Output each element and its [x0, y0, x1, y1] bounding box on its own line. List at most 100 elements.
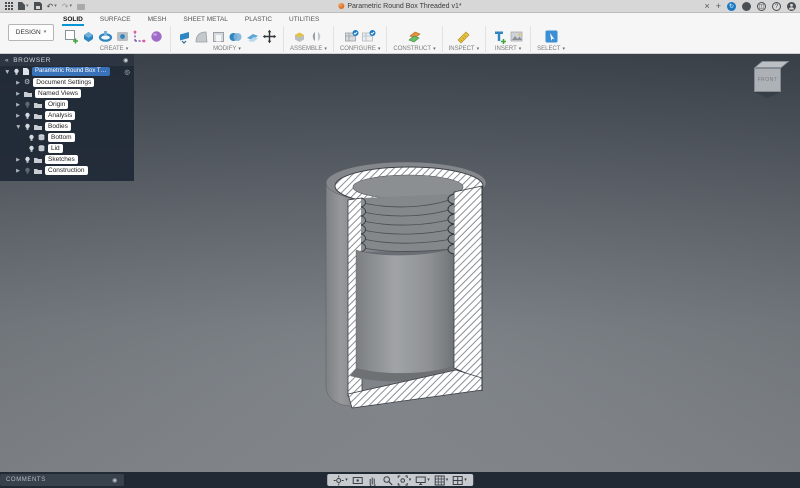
- browser-item-lid-body[interactable]: Lid: [0, 143, 134, 154]
- pattern-icon[interactable]: [132, 29, 147, 44]
- save-icon[interactable]: [34, 2, 42, 10]
- new-tab-button[interactable]: +: [716, 2, 721, 11]
- chevron-down-icon: ▾: [446, 478, 449, 483]
- chevron-down-icon: ▾: [324, 47, 327, 52]
- app-grid-icon[interactable]: [5, 2, 13, 10]
- close-tab-button[interactable]: ×: [704, 2, 709, 11]
- visibility-icon[interactable]: [24, 123, 31, 130]
- expand-arrow-icon[interactable]: ▶: [4, 69, 10, 75]
- visibility-icon[interactable]: [24, 156, 31, 163]
- browser-root-item[interactable]: ▶ Parametric Round Box Threa... ◎: [0, 66, 134, 77]
- browser-item-analysis[interactable]: ▶ Analysis: [0, 110, 134, 121]
- comments-panel[interactable]: COMMENTS ◉: [0, 474, 124, 486]
- combine-icon[interactable]: [228, 29, 243, 44]
- tab-utilities[interactable]: UTILITIES: [288, 13, 320, 26]
- visibility-icon[interactable]: [28, 145, 35, 152]
- new-component-icon[interactable]: [292, 29, 307, 44]
- viewport-canvas[interactable]: « BROWSER ◉ ▶ Parametric Round Box Threa…: [0, 54, 800, 472]
- group-label-construct[interactable]: CONSTRUCT▾: [393, 46, 435, 52]
- canvas-icon[interactable]: [509, 29, 524, 44]
- tab-solid[interactable]: SOLID: [62, 13, 84, 26]
- expand-arrow-icon[interactable]: ▶: [15, 168, 21, 174]
- document-tab[interactable]: Parametric Round Box Threaded v1*: [338, 3, 461, 10]
- viewcube[interactable]: FRONT: [746, 60, 790, 100]
- browser-item-origin[interactable]: ▶ Origin: [0, 99, 134, 110]
- redo-icon[interactable]: ↷▾: [62, 2, 72, 11]
- viewports-icon[interactable]: ▾: [452, 475, 467, 486]
- pan-icon[interactable]: [367, 475, 378, 486]
- model-canvas[interactable]: [320, 154, 490, 419]
- group-label-insert[interactable]: INSERT▾: [495, 46, 521, 52]
- expand-arrow-icon[interactable]: ▶: [15, 113, 21, 119]
- expand-arrow-icon[interactable]: ▶: [15, 91, 21, 97]
- browser-item-bottom-body[interactable]: Bottom: [0, 132, 134, 143]
- extrude-icon[interactable]: [81, 29, 96, 44]
- expand-arrow-icon[interactable]: ▶: [15, 157, 21, 163]
- group-label-modify[interactable]: MODIFY▾: [213, 46, 241, 52]
- tab-surface[interactable]: SURFACE: [99, 13, 132, 26]
- visibility-icon[interactable]: [28, 134, 35, 141]
- browser-header[interactable]: « BROWSER ◉: [0, 54, 134, 66]
- selection-set-icon[interactable]: ◎: [124, 68, 130, 76]
- pin-icon[interactable]: ◉: [123, 57, 129, 64]
- orbit-icon[interactable]: ▾: [333, 475, 348, 486]
- design-workspace-menu[interactable]: DESIGN ▾: [8, 24, 54, 41]
- expand-arrow-icon[interactable]: ▶: [15, 80, 21, 86]
- notifications-icon[interactable]: [742, 2, 751, 11]
- job-status-icon[interactable]: ↻: [727, 2, 736, 11]
- visibility-icon[interactable]: [13, 68, 20, 75]
- visibility-off-icon[interactable]: [24, 167, 31, 174]
- tab-mesh[interactable]: MESH: [147, 13, 168, 26]
- measure-icon[interactable]: [456, 29, 471, 44]
- fillet-icon[interactable]: [194, 29, 209, 44]
- browser-item-construction[interactable]: ▶ Construction: [0, 165, 134, 176]
- grid-snaps-icon[interactable]: ▾: [434, 475, 449, 486]
- offset-plane-icon[interactable]: [407, 29, 422, 44]
- profile-avatar[interactable]: [787, 2, 796, 11]
- look-at-icon[interactable]: [352, 475, 363, 486]
- tab-plastic[interactable]: PLASTIC: [244, 13, 273, 26]
- offset-face-icon[interactable]: [245, 29, 260, 44]
- group-create: CREATE▾: [58, 26, 170, 54]
- move-copy-icon[interactable]: [262, 29, 277, 44]
- visibility-off-icon[interactable]: [24, 101, 31, 108]
- insert-derive-icon[interactable]: [492, 29, 507, 44]
- group-label-inspect[interactable]: INSPECT▾: [449, 46, 480, 52]
- revolve-icon[interactable]: [98, 29, 113, 44]
- select-icon[interactable]: [544, 29, 559, 44]
- sweep-icon[interactable]: [115, 29, 130, 44]
- create-form-icon[interactable]: [149, 29, 164, 44]
- viewcube-top-face[interactable]: [754, 61, 789, 68]
- pin-icon[interactable]: ◉: [112, 477, 118, 484]
- viewcube-front-face[interactable]: FRONT: [754, 68, 781, 92]
- group-label-create[interactable]: CREATE▾: [100, 46, 128, 52]
- group-label-configure[interactable]: CONFIGURE▾: [340, 46, 381, 52]
- expand-arrow-icon[interactable]: ▶: [15, 102, 21, 108]
- tab-sheet-metal[interactable]: SHEET METAL: [182, 13, 229, 26]
- visibility-icon[interactable]: [24, 112, 31, 119]
- browser-item-named-views[interactable]: ▶ Named Views: [0, 88, 134, 99]
- file-menu-icon[interactable]: ▾: [18, 2, 29, 10]
- undo-icon[interactable]: ↶▾: [47, 2, 57, 11]
- browser-collapse-icon[interactable]: «: [5, 57, 9, 64]
- browser-item-label: Construction: [45, 166, 88, 175]
- browser-item-bodies[interactable]: ▶ Bodies: [0, 121, 134, 132]
- configuration-icon[interactable]: [344, 29, 359, 44]
- zoom-icon[interactable]: [382, 475, 393, 486]
- configuration-table-icon[interactable]: [361, 29, 376, 44]
- extensions-icon[interactable]: [77, 3, 85, 10]
- fit-icon[interactable]: ▾: [397, 475, 412, 486]
- group-label-select[interactable]: SELECT▾: [537, 46, 565, 52]
- joint-icon[interactable]: [309, 29, 324, 44]
- browser-item-sketches[interactable]: ▶ Sketches: [0, 154, 134, 165]
- expand-arrow-icon[interactable]: ▶: [15, 124, 21, 130]
- create-sketch-icon[interactable]: [64, 29, 79, 44]
- shell-icon[interactable]: [211, 29, 226, 44]
- help-icon[interactable]: ?: [772, 2, 781, 11]
- group-label-assemble[interactable]: ASSEMBLE▾: [290, 46, 327, 52]
- group-select: SELECT▾: [530, 26, 571, 54]
- press-pull-icon[interactable]: [177, 29, 192, 44]
- browser-item-document-settings[interactable]: ▶ ⚙ Document Settings: [0, 77, 134, 88]
- extensions-manager-icon[interactable]: ◫: [757, 2, 766, 11]
- display-settings-icon[interactable]: ▾: [415, 475, 430, 486]
